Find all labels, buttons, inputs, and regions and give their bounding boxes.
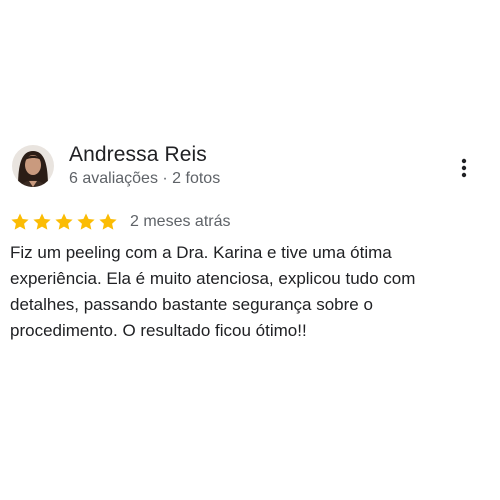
star-icon	[33, 213, 51, 230]
avatar-photo	[12, 145, 54, 187]
more-options-button[interactable]	[452, 152, 476, 184]
star-rating	[10, 212, 118, 232]
review-card: Andressa Reis 6 avaliações · 2 fotos 2 m…	[0, 0, 500, 500]
star-icon	[77, 213, 95, 230]
star-icon	[99, 213, 117, 230]
more-vert-icon	[461, 158, 467, 178]
star-icon	[11, 213, 29, 230]
review-text: Fiz um peeling com a Dra. Karina e tive …	[10, 243, 416, 340]
reviewer-meta[interactable]: 6 avaliações · 2 fotos	[69, 170, 220, 188]
review-date: 2 meses atrás	[130, 213, 231, 230]
rating-row: 2 meses atrás	[10, 210, 230, 234]
reviewer-name[interactable]: Andressa Reis	[69, 143, 207, 167]
avatar[interactable]	[12, 145, 54, 187]
star-icon	[55, 213, 73, 230]
